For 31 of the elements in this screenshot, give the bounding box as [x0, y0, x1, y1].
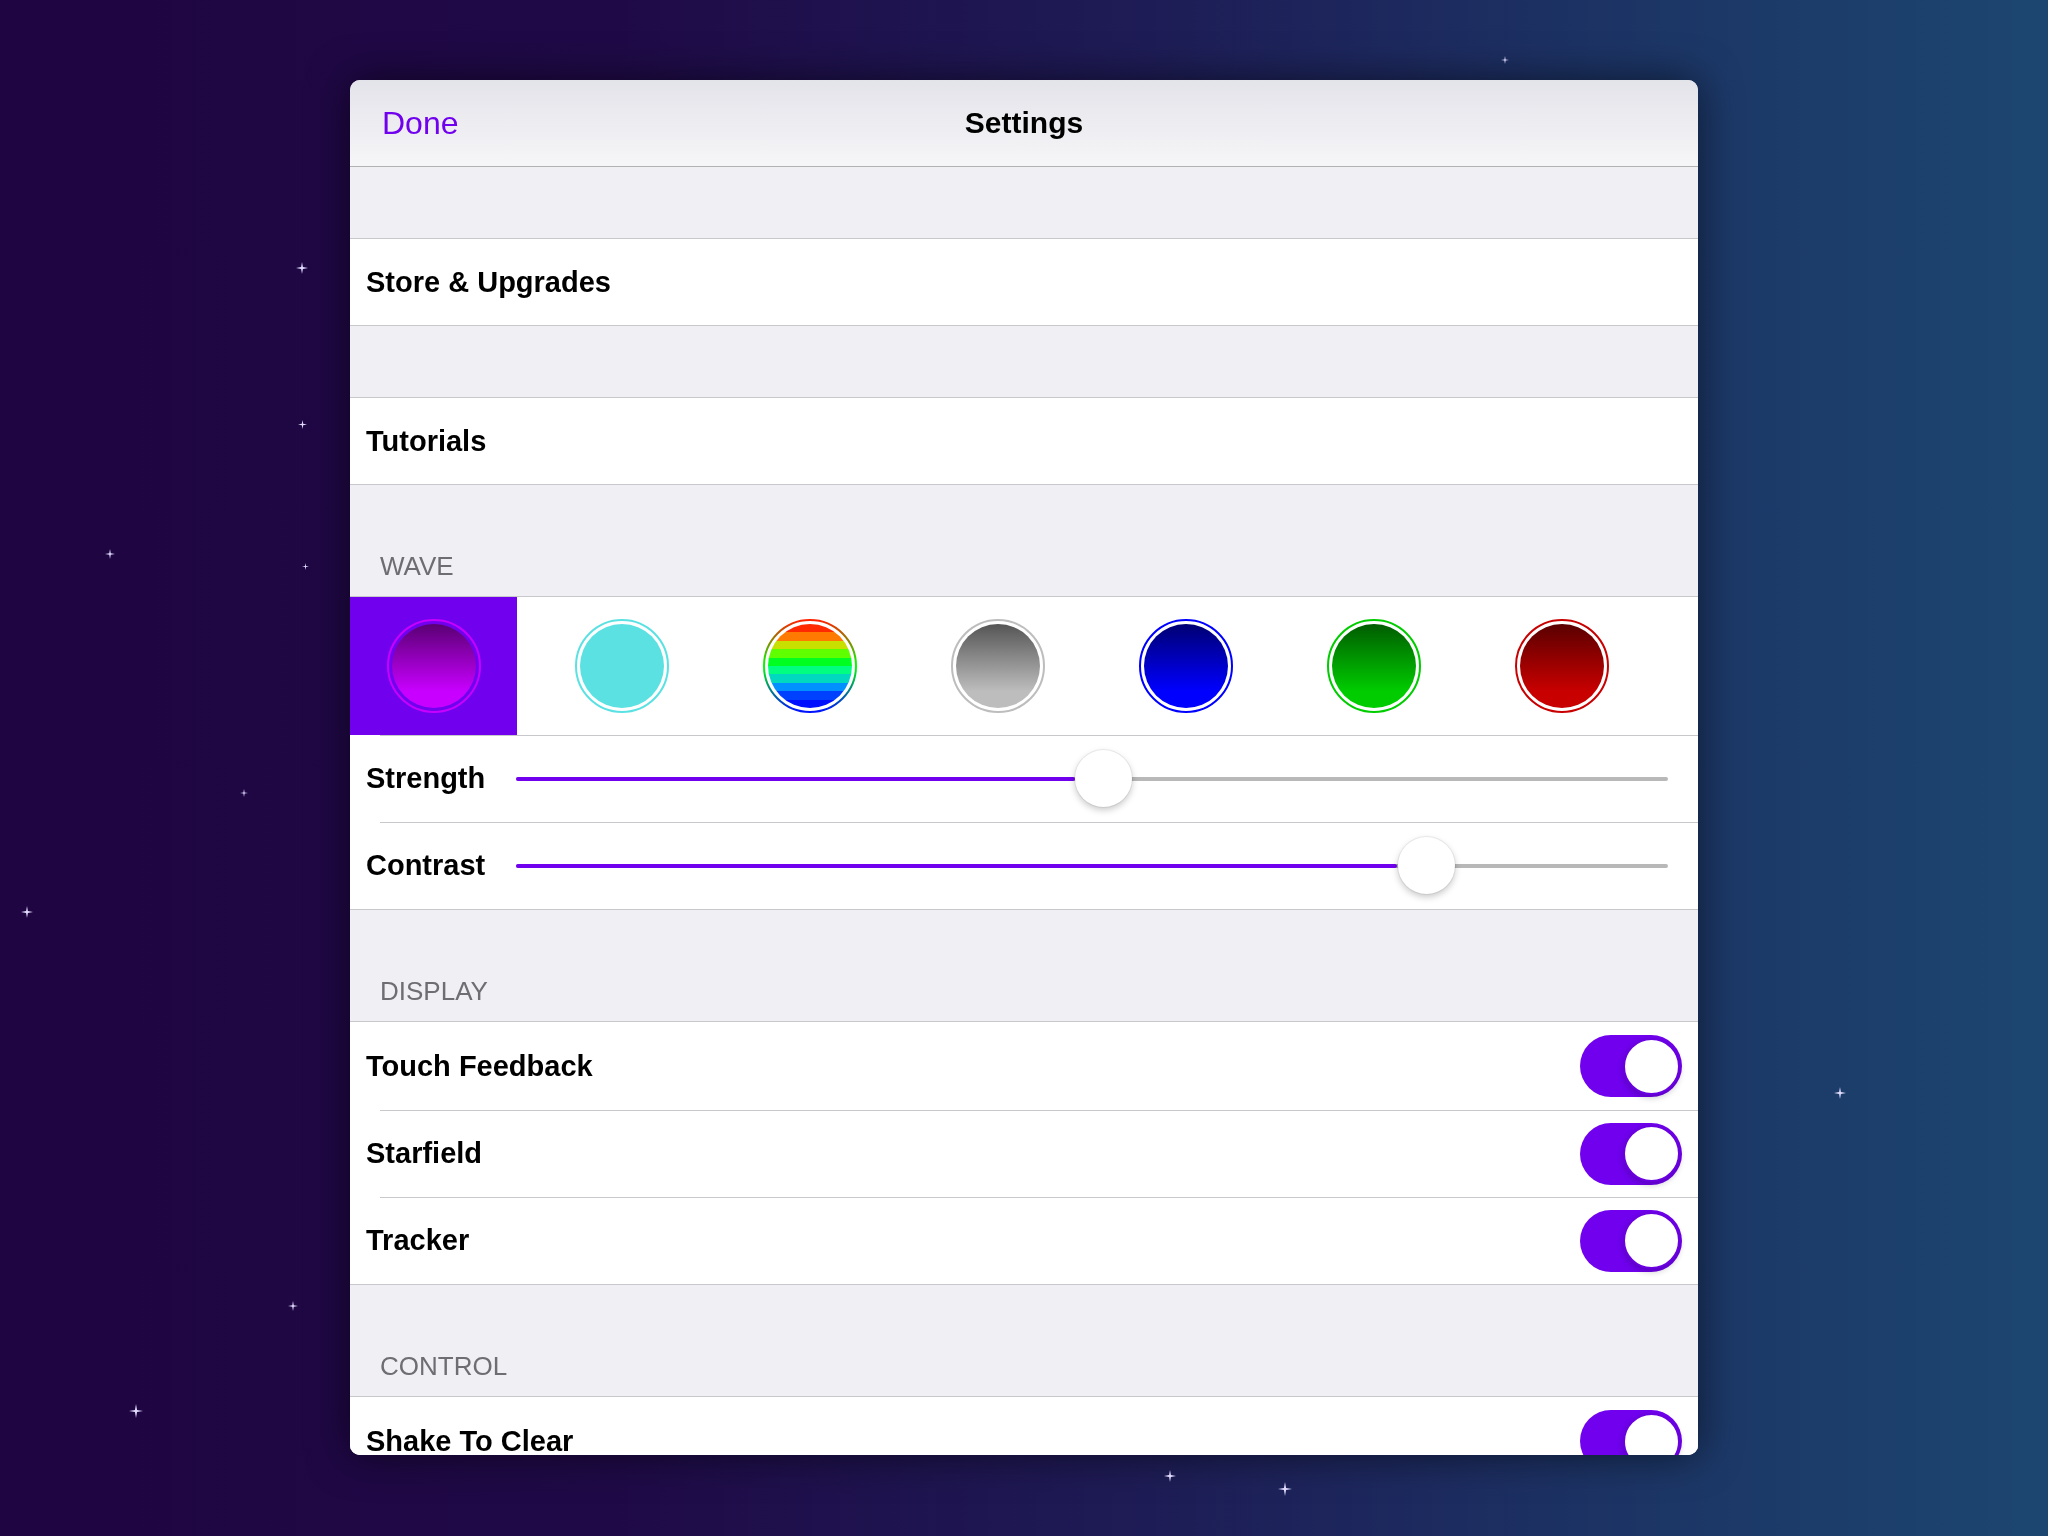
sparkle-icon	[298, 420, 307, 429]
section-header: WAVE	[380, 551, 454, 581]
setting-label: Strength	[366, 762, 486, 795]
sparkle-icon	[21, 906, 33, 918]
slider-thumb[interactable]	[1397, 837, 1455, 894]
toggle-switch[interactable]	[1580, 1410, 1682, 1455]
done-button[interactable]: Done	[382, 104, 459, 142]
section-header: DISPLAY	[380, 976, 488, 1006]
sparkle-icon	[129, 1404, 143, 1418]
toggle-switch[interactable]	[1580, 1122, 1682, 1185]
setting-label: Tracker	[366, 1224, 470, 1257]
sparkle-icon	[288, 1301, 298, 1311]
setting-label: Shake To Clear	[366, 1424, 574, 1455]
sparkle-icon	[1501, 56, 1509, 64]
sparkle-icon	[296, 262, 308, 274]
window-title: Settings	[964, 106, 1084, 140]
toggle-switch[interactable]	[1580, 1209, 1682, 1272]
sparkle-icon	[1164, 1470, 1176, 1482]
sparkle-icon	[1278, 1482, 1292, 1496]
sparkle-icon	[240, 789, 248, 797]
sparkle-icon	[105, 549, 115, 559]
slider-thumb[interactable]	[1075, 750, 1133, 807]
setting-label: Touch Feedback	[366, 1049, 593, 1083]
setting-label: Starfield	[366, 1137, 483, 1170]
section-header: CONTROL	[380, 1351, 508, 1381]
sparkle-icon	[1834, 1087, 1846, 1099]
swatch-icon	[762, 619, 857, 713]
sparkle-icon	[302, 563, 309, 570]
swatch-option[interactable]	[350, 597, 517, 735]
setting-label: Contrast	[366, 849, 486, 882]
toggle-switch[interactable]	[1580, 1035, 1682, 1097]
